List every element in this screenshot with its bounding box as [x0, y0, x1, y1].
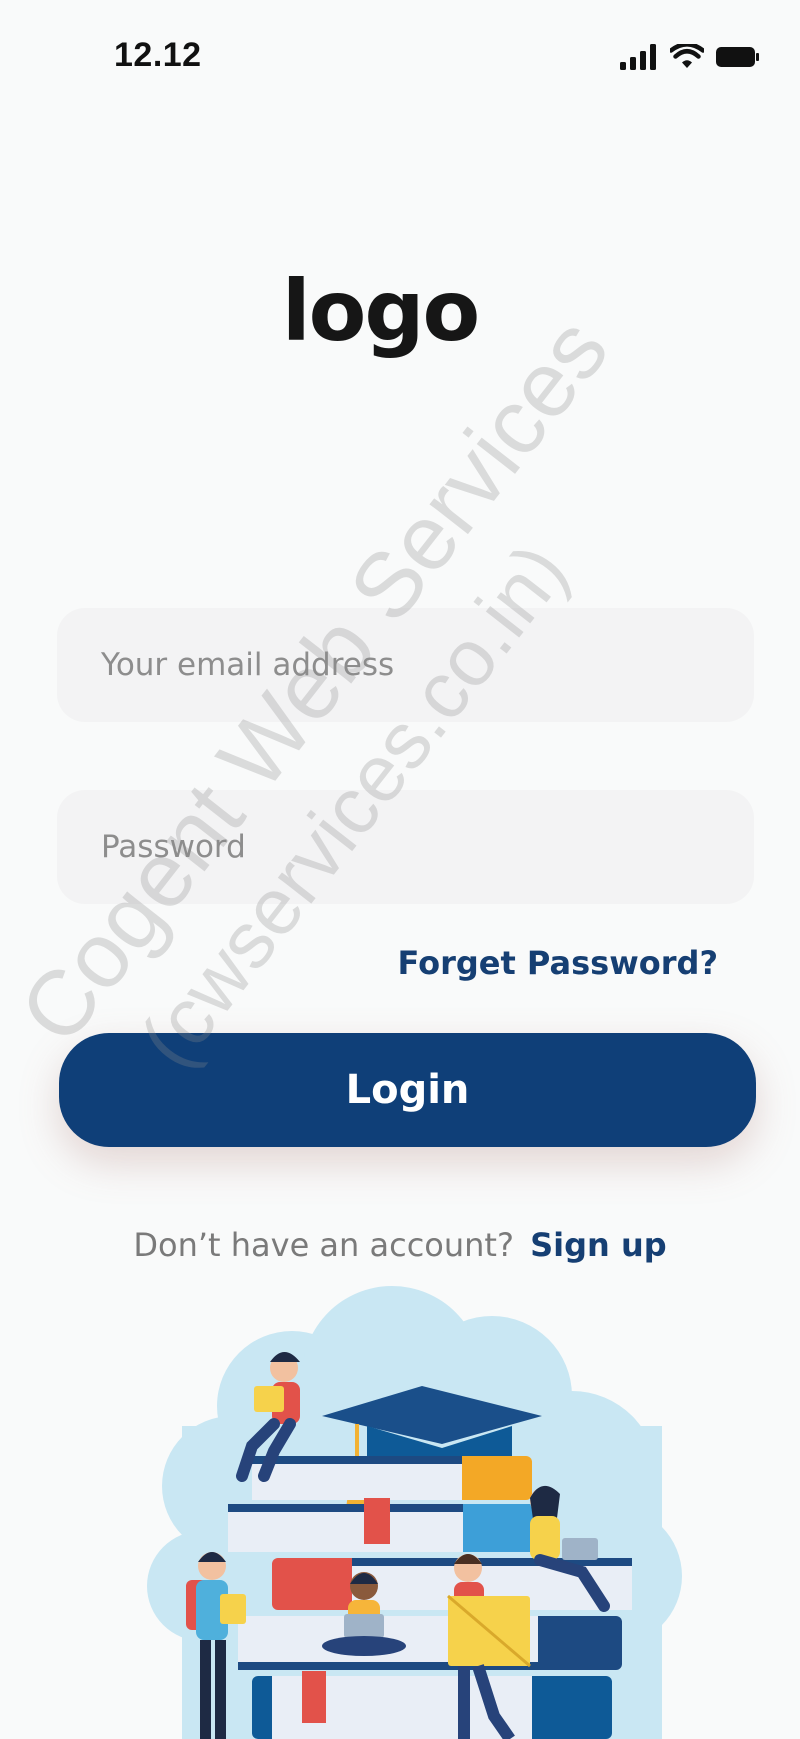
login-button[interactable]: Login [59, 1033, 756, 1147]
signup-prompt: Don’t have an account? [133, 1226, 514, 1264]
signup-link[interactable]: Sign up [530, 1226, 667, 1264]
wifi-icon [670, 44, 704, 68]
password-field[interactable] [57, 790, 754, 904]
signup-row: Don’t have an account? Sign up [0, 1226, 800, 1264]
login-screen: 12.12 logo Forget Password? Login Don’t … [0, 0, 800, 1739]
status-time: 12.12 [114, 36, 202, 74]
email-field-container [57, 608, 754, 722]
email-field[interactable] [57, 608, 754, 722]
status-icons [620, 44, 760, 70]
forget-password-link[interactable]: Forget Password? [398, 944, 718, 982]
books-students-illustration [147, 1286, 682, 1739]
signal-icon [620, 44, 656, 70]
logo: logo [281, 262, 480, 360]
battery-icon [716, 47, 759, 67]
password-field-container [57, 790, 754, 904]
